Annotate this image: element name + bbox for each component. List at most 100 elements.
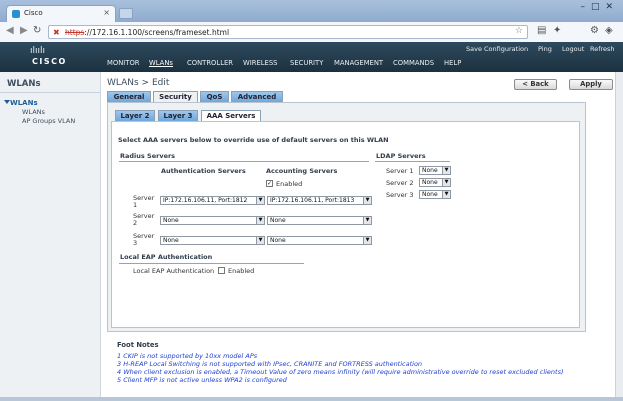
ldap-server-3-value: None bbox=[422, 191, 438, 198]
accounting-enabled-label: Enabled bbox=[276, 180, 303, 188]
sidebar-section-wlans[interactable]: WLANs bbox=[10, 99, 38, 107]
subtab-layer-3[interactable]: Layer 3 bbox=[158, 110, 198, 121]
acct-server-2-value: None bbox=[270, 217, 286, 224]
menu-help[interactable]: HELP bbox=[444, 59, 461, 67]
refresh-link[interactable]: Refresh bbox=[590, 45, 615, 53]
chevron-down-icon: ▼ bbox=[442, 167, 450, 174]
address-url: https://172.16.1.100/screens/frameset.ht… bbox=[65, 28, 229, 37]
back-button[interactable]: < Back bbox=[514, 79, 557, 90]
menu-commands[interactable]: COMMANDS bbox=[393, 59, 434, 67]
sidebar-title: WLANs bbox=[7, 79, 41, 89]
ping-link[interactable]: Ping bbox=[538, 45, 552, 53]
page-title: WLANs > Edit bbox=[107, 78, 170, 88]
browser-tab-title: Cisco bbox=[24, 9, 43, 17]
acct-server-3-select[interactable]: None ▼ bbox=[267, 236, 372, 245]
chevron-down-icon: ▼ bbox=[256, 237, 264, 244]
chevron-down-icon: ▼ bbox=[363, 197, 371, 204]
subtab-layer-2[interactable]: Layer 2 bbox=[115, 110, 155, 121]
sidebar-item-wlans[interactable]: WLANs bbox=[22, 108, 45, 116]
menu-security[interactable]: SECURITY bbox=[290, 59, 323, 67]
tab-general[interactable]: General bbox=[107, 91, 151, 102]
save-configuration-link[interactable]: Save Configuration bbox=[466, 45, 528, 53]
footnote-item: 1 CKIP is not supported by 10xx model AP… bbox=[117, 352, 258, 360]
cisco-brand: CISCO bbox=[32, 57, 67, 66]
cisco-favicon-icon bbox=[12, 10, 20, 18]
auth-server-2-select[interactable]: None ▼ bbox=[160, 216, 265, 225]
aaa-instruction: Select AAA servers below to override use… bbox=[118, 136, 389, 144]
ldap-server-3-label: Server 3 bbox=[386, 191, 414, 199]
vertical-scrollbar[interactable] bbox=[615, 72, 623, 397]
auth-server-2-value: None bbox=[163, 217, 179, 224]
acct-server-3-value: None bbox=[270, 237, 286, 244]
chevron-down-icon: ▼ bbox=[363, 237, 371, 244]
ldap-servers-heading: LDAP Servers bbox=[376, 152, 426, 160]
url-rest: ://172.16.1.100/screens/frameset.html bbox=[84, 28, 230, 37]
footnote-item: 5 Client MFP is not active unless WPA2 i… bbox=[117, 376, 287, 384]
forward-arrow-icon[interactable]: ▶ bbox=[20, 25, 28, 36]
wrench-icon[interactable]: ⚙ bbox=[590, 25, 599, 36]
acct-server-2-select[interactable]: None ▼ bbox=[267, 216, 372, 225]
acct-server-1-value: IP:172.16.106.11, Port:1813 bbox=[270, 197, 355, 204]
cisco-logo-bars-icon: ılıılı bbox=[30, 46, 46, 56]
ldap-server-1-value: None bbox=[422, 167, 438, 174]
tools-menu-icon[interactable]: ✦ bbox=[553, 25, 561, 36]
bookmark-star-icon[interactable]: ☆ bbox=[515, 26, 523, 36]
chevron-down-icon: ▼ bbox=[256, 217, 264, 224]
footnotes-title: Foot Notes bbox=[117, 341, 159, 349]
ldap-server-2-value: None bbox=[422, 179, 438, 186]
menu-wlans[interactable]: WLANs bbox=[149, 59, 173, 67]
menu-monitor[interactable]: MONITOR bbox=[107, 59, 140, 67]
reload-icon[interactable]: ↻ bbox=[33, 25, 41, 36]
auth-server-1-value: IP:172.16.106.11, Port:1812 bbox=[163, 197, 248, 204]
radius-servers-heading: Radius Servers bbox=[120, 152, 176, 160]
local-eap-enabled-label: Enabled bbox=[228, 267, 255, 275]
auth-server-3-select[interactable]: None ▼ bbox=[160, 236, 265, 245]
local-eap-checkbox[interactable] bbox=[218, 267, 225, 274]
sidebar-divider bbox=[0, 92, 100, 93]
local-eap-divider bbox=[119, 263, 304, 264]
page-menu-icon[interactable]: ▤ bbox=[537, 25, 546, 36]
accounting-enabled-checkbox[interactable]: ✓ bbox=[266, 180, 273, 187]
back-arrow-icon[interactable]: ◀ bbox=[6, 25, 14, 36]
ldap-server-2-label: Server 2 bbox=[386, 179, 414, 187]
ldap-server-2-select[interactable]: None ▼ bbox=[419, 178, 451, 187]
ldap-server-1-label: Server 1 bbox=[386, 167, 414, 175]
ldap-server-1-select[interactable]: None ▼ bbox=[419, 166, 451, 175]
chevron-down-icon: ▼ bbox=[442, 191, 450, 198]
server-number: 2 bbox=[133, 219, 138, 227]
authentication-servers-heading: Authentication Servers bbox=[161, 167, 246, 175]
browser-tab[interactable]: Cisco × bbox=[6, 5, 116, 22]
menu-controller[interactable]: CONTROLLER bbox=[187, 59, 233, 67]
local-eap-heading: Local EAP Authentication bbox=[120, 253, 213, 261]
auth-server-3-value: None bbox=[163, 237, 179, 244]
server-number: 1 bbox=[133, 201, 138, 209]
close-tab-icon[interactable]: × bbox=[103, 8, 110, 17]
footnote-item: 3 H-REAP Local Switching is not supporte… bbox=[117, 360, 423, 368]
chevron-down-icon: ▼ bbox=[363, 217, 371, 224]
auth-server-1-select[interactable]: IP:172.16.106.11, Port:1812 ▼ bbox=[160, 196, 265, 205]
cisco-header bbox=[0, 42, 623, 72]
menu-management[interactable]: MANAGEMENT bbox=[334, 59, 383, 67]
new-tab-button[interactable] bbox=[119, 8, 133, 19]
extension-icon[interactable]: ◈ bbox=[605, 25, 613, 36]
tab-qos[interactable]: QoS bbox=[200, 91, 229, 102]
chevron-down-icon: ▼ bbox=[442, 179, 450, 186]
ldap-divider bbox=[375, 161, 450, 162]
acct-server-1-select[interactable]: IP:172.16.106.11, Port:1813 ▼ bbox=[267, 196, 372, 205]
radius-divider bbox=[119, 161, 369, 162]
logout-link[interactable]: Logout bbox=[562, 45, 584, 53]
window-controls[interactable]: –□✕ bbox=[580, 2, 619, 12]
url-scheme: https bbox=[65, 28, 85, 37]
local-eap-label: Local EAP Authentication bbox=[133, 267, 215, 275]
accounting-servers-heading: Accounting Servers bbox=[266, 167, 338, 175]
ldap-server-3-select[interactable]: None ▼ bbox=[419, 190, 451, 199]
tab-advanced[interactable]: Advanced bbox=[231, 91, 283, 102]
cisco-logo: ılıılı CISCO bbox=[30, 46, 65, 66]
address-bar[interactable]: ✖ https://172.16.1.100/screens/frameset.… bbox=[48, 25, 528, 39]
sidebar-item-ap-groups-vlan[interactable]: AP Groups VLAN bbox=[22, 117, 75, 125]
apply-button[interactable]: Apply bbox=[569, 79, 613, 90]
menu-wireless[interactable]: WIRELESS bbox=[243, 59, 277, 67]
chevron-down-icon: ▼ bbox=[256, 197, 264, 204]
footnote-item: 4 When client exclusion is enabled, a Ti… bbox=[117, 368, 564, 376]
broken-lock-icon: ✖ bbox=[53, 28, 60, 37]
